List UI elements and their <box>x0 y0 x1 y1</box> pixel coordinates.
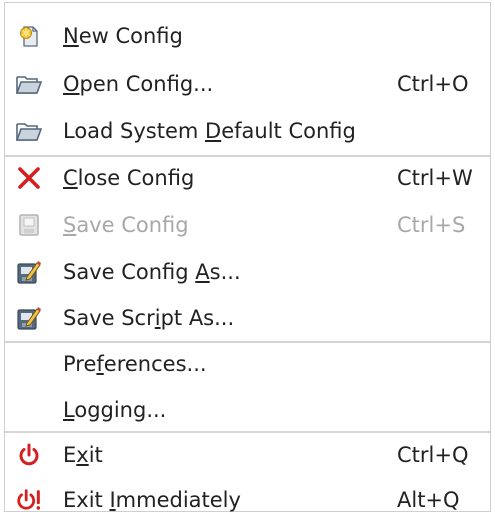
menu-item-close-config[interactable]: Close Config Ctrl+W <box>5 155 490 201</box>
new-config-icon <box>15 22 43 50</box>
save-icon <box>15 211 43 239</box>
menu-item-open-config[interactable]: Open Config... Ctrl+O <box>5 61 490 107</box>
power-force-icon <box>15 486 43 514</box>
menu-item-save-config[interactable]: Save Config Ctrl+S <box>5 202 490 248</box>
menu-item-exit-immediately[interactable]: Exit Immediately Alt+Q <box>5 477 490 516</box>
folder-open-icon <box>15 70 43 98</box>
menu-item-shortcut: Ctrl+Q <box>397 443 469 467</box>
menu-item-label: Logging... <box>63 398 167 422</box>
menu-item-save-script-as[interactable]: Save Script As... <box>5 295 490 341</box>
menu-item-label: Preferences... <box>63 352 207 376</box>
menu-item-label: Save Config As... <box>63 260 241 284</box>
save-as-icon <box>15 304 43 332</box>
menu-item-shortcut: Ctrl+W <box>397 166 473 190</box>
close-x-icon <box>15 164 43 192</box>
menu-item-shortcut: Alt+Q <box>397 488 460 512</box>
menu-item-label: New Config <box>63 24 183 48</box>
menu-item-label: Exit <box>63 443 103 467</box>
menu-item-label: Open Config... <box>63 72 214 96</box>
menu-item-label: Close Config <box>63 166 195 190</box>
power-icon <box>15 441 43 469</box>
menu-item-shortcut: Ctrl+O <box>397 72 469 96</box>
menu-item-label: Save Config <box>63 213 189 237</box>
menu-item-exit[interactable]: Exit Ctrl+Q <box>5 432 490 478</box>
menu-item-load-system-default-config[interactable]: Load System Default Config <box>5 108 490 154</box>
menu-item-logging[interactable]: Logging... <box>5 387 490 433</box>
menu-item-label: Load System Default Config <box>63 119 356 143</box>
menu-item-label: Exit Immediately <box>63 488 241 512</box>
menu-item-shortcut: Ctrl+S <box>397 213 466 237</box>
menu-item-preferences[interactable]: Preferences... <box>5 341 490 387</box>
folder-open-icon <box>15 117 43 145</box>
menu-item-new-config[interactable]: New Config <box>5 13 490 59</box>
menu-item-save-config-as[interactable]: Save Config As... <box>5 249 490 295</box>
save-as-icon <box>15 258 43 286</box>
menu-item-label: Save Script As... <box>63 306 235 330</box>
file-menu: New Config Open Config... Ctrl+O Load Sy… <box>4 2 491 512</box>
